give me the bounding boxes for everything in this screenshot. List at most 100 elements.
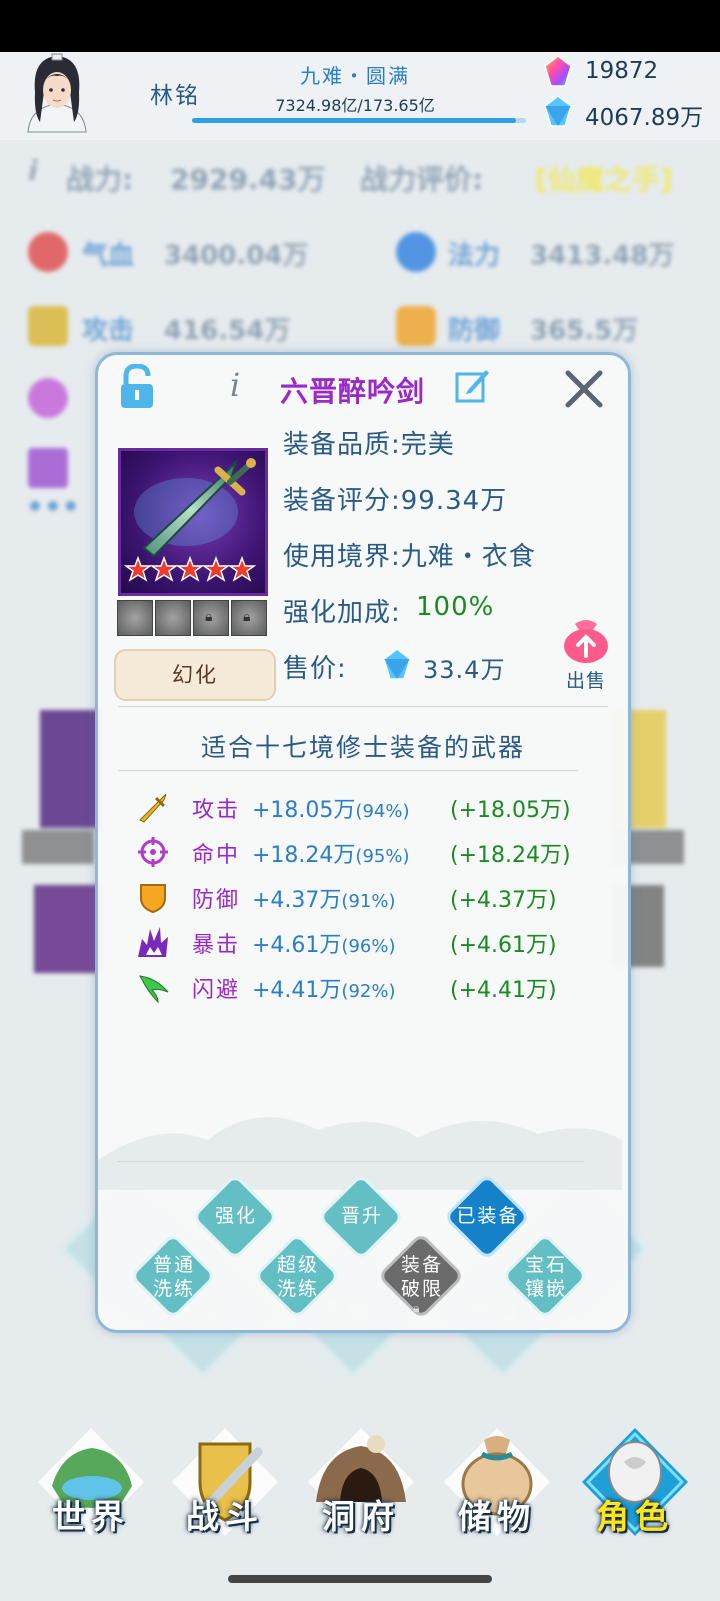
divider [118,706,608,707]
blue-gem-icon [383,648,411,680]
stat-value: +18.05万(94%) [252,792,409,824]
crosshair-icon [138,837,168,867]
stat-percent: (94%) [355,801,410,822]
hp-icon [28,232,68,272]
stat-bonus: (+4.37万) [450,888,557,913]
socket-slot[interactable] [155,600,191,636]
rating-label: 战力评价: [360,163,484,196]
purple-gem-icon [544,55,572,87]
stat-bonus: (+4.61万) [450,933,557,958]
stat-bonus: (+18.24万) [450,843,571,868]
normal-refine-line1: 普通 [152,1254,195,1276]
sword-image [134,458,256,558]
break-limit-line2: 破限 [400,1278,443,1300]
stat-name: 暴击 [192,933,241,958]
nav-battle[interactable]: 战斗 [166,1490,284,1538]
weapon-slot-sockets [22,830,94,864]
crit-icon [28,448,68,488]
stat-percent: (95%) [355,846,410,867]
stat-value: +4.61万(96%) [252,927,395,959]
lock-icon: 🔒︎ [205,609,213,625]
stat-value-number: +4.61万 [252,933,342,958]
score-text: 装备评分:99.34万 [283,486,508,516]
enhance-bonus-value: 100% [416,592,495,622]
exp-bar-fill [192,118,516,123]
super-refine-line2: 洗练 [276,1278,319,1300]
avatar[interactable] [18,52,96,134]
break-limit-line1: 装备 [400,1254,443,1276]
status-bar [0,0,720,52]
wing-icon [139,975,169,1004]
normal-refine-line2: 洗练 [152,1278,195,1300]
lock-icon: 🔒︎ [243,609,251,625]
nav-storage[interactable]: 储物 [438,1490,556,1538]
sword-icon [139,793,167,823]
socket-slot[interactable] [117,600,153,636]
attack-label: 攻击 [82,316,135,346]
stat-name: 攻击 [192,798,241,823]
armor-slot[interactable] [34,885,100,973]
attack-value: 416.54万 [164,316,291,346]
stat-value-number: +4.41万 [252,978,342,1003]
stat-name: 闪避 [192,978,241,1003]
stat-value: +4.41万(92%) [252,972,395,1004]
weapon-slot[interactable] [40,710,102,828]
attack-icon [28,306,68,346]
upgrade-label: 晋升 [340,1205,383,1227]
stat-row-attack: 攻击 +18.05万(94%) (+18.05万) [130,786,610,826]
nav-cave[interactable]: 洞府 [302,1490,420,1538]
normal-refine-label: 普通 洗练 [124,1253,224,1301]
close-icon[interactable] [562,367,606,411]
edit-icon[interactable] [454,366,490,404]
stat-percent: (91%) [341,891,396,912]
home-indicator[interactable] [228,1575,492,1583]
socket-slot-locked[interactable]: 🔒︎ [193,600,229,636]
mp-value: 3413.48万 [530,241,675,271]
defense-label: 防御 [448,316,501,346]
power-value: 2929.43万 [170,163,326,196]
info-icon[interactable]: i [230,366,240,404]
enhance-bonus-label: 强化加成: [283,598,401,628]
shield-icon [140,884,166,914]
stat-value-number: +18.24万 [252,843,356,868]
mp-icon [396,232,436,272]
socket-slot-locked[interactable]: 🔒︎ [231,600,267,636]
stat-value-number: +18.05万 [252,798,356,823]
enhance-label: 强化 [214,1205,257,1227]
crit-icon [138,927,168,957]
hit-icon [28,378,68,418]
equipment-name: 六晋醉吟剑 [280,375,426,408]
quality-text: 装备品质:完美 [283,430,455,460]
equipment-description: 适合十七境修士装备的武器 [200,733,525,762]
purple-gem-count: 19872 [585,58,659,84]
nav-character[interactable]: 角色 [576,1490,694,1538]
blue-gem-count: 4067.89万 [585,105,704,131]
realm-requirement-text: 使用境界:九难・衣食 [283,542,536,572]
gem-inlay-line2: 镶嵌 [524,1278,567,1300]
star-rating [124,556,257,582]
sell-button[interactable]: 出售 [555,616,617,693]
stat-row-crit: 暴击 +4.61万(96%) (+4.61万) [130,921,610,961]
unlock-icon[interactable] [118,364,156,410]
hp-value: 3400.04万 [164,241,309,271]
defense-value: 365.5万 [530,316,639,346]
stat-bonus: (+18.05万) [450,798,571,823]
nav-world[interactable]: 世界 [32,1490,150,1538]
gem-inlay-label: 宝石 镶嵌 [496,1253,596,1301]
mp-label: 法力 [448,241,501,271]
stat-percent: (96%) [341,936,396,957]
stat-name: 防御 [192,888,241,913]
blue-gem-icon [544,95,572,127]
equipped-label: 已装备 [456,1205,520,1227]
stat-row-defense: 防御 +4.37万(91%) (+4.37万) [130,876,610,916]
defense-icon [396,306,436,346]
price-value: 33.4万 [423,656,506,684]
price-label: 售价: [283,654,347,684]
sell-label: 出售 [565,670,606,692]
more-dots[interactable]: ••• [26,490,80,523]
gem-inlay-line1: 宝石 [524,1254,567,1276]
transform-button[interactable]: 幻化 [114,649,276,701]
stat-value-number: +4.37万 [252,888,342,913]
super-refine-label: 超级 洗练 [248,1253,348,1301]
power-label: 战力: [66,163,134,196]
